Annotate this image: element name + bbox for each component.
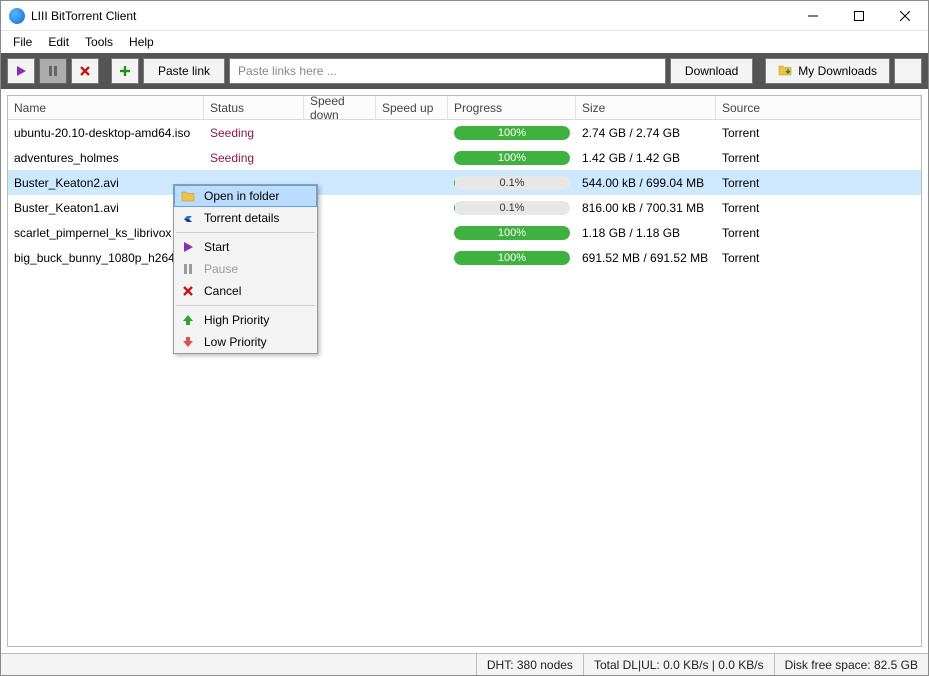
rows-container: ubuntu-20.10-desktop-amd64.isoSeeding 100… [8,120,921,646]
cell-source: Torrent [716,226,921,240]
cell-size: 2.74 GB / 2.74 GB [576,126,716,140]
paste-link-button[interactable]: Paste link [143,58,225,84]
cell-size: 1.42 GB / 1.42 GB [576,151,716,165]
context-menu-item[interactable]: High Priority [174,309,317,331]
col-size[interactable]: Size [576,96,716,119]
toolbar: Paste link Download My Downloads [1,53,928,89]
menubar: File Edit Tools Help [1,31,928,53]
context-menu-item[interactable]: Low Priority [174,331,317,353]
cell-source: Torrent [716,201,921,215]
folder-icon [180,188,196,204]
menu-file[interactable]: File [5,33,40,51]
cell-source: Torrent [716,126,921,140]
window-controls [790,1,928,31]
maximize-button[interactable] [836,1,882,31]
add-button[interactable] [111,58,139,84]
column-headers: Name Status Speed down Speed up Progress… [8,96,921,120]
download-label: Download [685,64,738,78]
context-menu-label: Start [204,240,307,254]
table-row[interactable]: Buster_Keaton2.avi0.1%544.00 kB / 699.04… [8,170,921,195]
cell-progress: 0.1% [448,201,576,215]
details-icon [180,210,196,226]
up-icon [180,312,196,328]
torrent-list: Name Status Speed down Speed up Progress… [7,95,922,647]
context-menu: Open in folder Torrent details Start Pause C… [173,184,318,354]
status-speeds: Total DL|UL: 0.0 KB/s | 0.0 KB/s [583,654,774,675]
statusbar: DHT: 380 nodes Total DL|UL: 0.0 KB/s | 0… [1,653,928,675]
cell-source: Torrent [716,176,921,190]
col-name[interactable]: Name [8,96,204,119]
status-dht: DHT: 380 nodes [476,654,583,675]
menu-tools[interactable]: Tools [77,33,121,51]
down-icon [180,334,196,350]
my-downloads-button[interactable]: My Downloads [765,58,890,84]
pause-button[interactable] [39,58,67,84]
col-source[interactable]: Source [716,96,921,119]
cell-status: Seeding [204,126,304,140]
col-progress[interactable]: Progress [448,96,576,119]
cell-progress: 0.1% [448,176,576,190]
cell-name: ubuntu-20.10-desktop-amd64.iso [8,126,204,140]
table-row[interactable]: ubuntu-20.10-desktop-amd64.isoSeeding 100… [8,120,921,145]
context-menu-label: Open in folder [204,189,307,203]
settings-button[interactable] [894,58,922,84]
link-input[interactable] [229,58,666,84]
cell-progress: 100% [448,251,576,265]
cell-progress: 100% [448,226,576,240]
titlebar: LIII BitTorrent Client [1,1,928,31]
start-icon [180,239,196,255]
cell-source: Torrent [716,251,921,265]
context-menu-label: Low Priority [204,335,307,349]
cell-size: 691.52 MB / 691.52 MB [576,251,716,265]
menu-edit[interactable]: Edit [40,33,77,51]
context-menu-item[interactable]: Torrent details [174,207,317,229]
context-menu-item[interactable]: Start [174,236,317,258]
cell-size: 1.18 GB / 1.18 GB [576,226,716,240]
cell-size: 544.00 kB / 699.04 MB [576,176,716,190]
start-button[interactable] [7,58,35,84]
cell-progress: 100% [448,151,576,165]
paste-link-label: Paste link [158,64,210,78]
cell-status: Seeding [204,151,304,165]
app-icon [9,8,25,24]
cancel-icon [180,283,196,299]
col-status[interactable]: Status [204,96,304,119]
table-row[interactable]: Buster_Keaton1.avi0.1%816.00 kB / 700.31… [8,195,921,220]
context-menu-item: Pause [174,258,317,280]
cell-size: 816.00 kB / 700.31 MB [576,201,716,215]
table-row[interactable]: big_buck_bunny_1080p_h264100%691.52 MB /… [8,245,921,270]
context-menu-separator [176,305,315,306]
col-speeddown[interactable]: Speed down [304,96,376,119]
context-menu-label: Cancel [204,284,307,298]
context-menu-label: Torrent details [204,211,307,225]
context-menu-item[interactable]: Open in folder [174,185,317,207]
close-button[interactable] [882,1,928,31]
table-row[interactable]: scarlet_pimpernel_ks_librivox100%1.18 GB… [8,220,921,245]
table-row[interactable]: adventures_holmesSeeding 100%1.42 GB / 1.… [8,145,921,170]
cancel-button[interactable] [71,58,99,84]
context-menu-label: Pause [204,262,307,276]
folder-icon [778,63,792,80]
col-speedup[interactable]: Speed up [376,96,448,119]
my-downloads-label: My Downloads [798,64,877,78]
cell-progress: 100% [448,126,576,140]
context-menu-separator [176,232,315,233]
status-disk: Disk free space: 82.5 GB [774,654,928,675]
cell-source: Torrent [716,151,921,165]
minimize-button[interactable] [790,1,836,31]
pause-icon [180,261,196,277]
menu-help[interactable]: Help [121,33,162,51]
download-button[interactable]: Download [670,58,753,84]
context-menu-label: High Priority [204,313,307,327]
window-title: LIII BitTorrent Client [31,9,790,23]
cell-name: adventures_holmes [8,151,204,165]
context-menu-item[interactable]: Cancel [174,280,317,302]
